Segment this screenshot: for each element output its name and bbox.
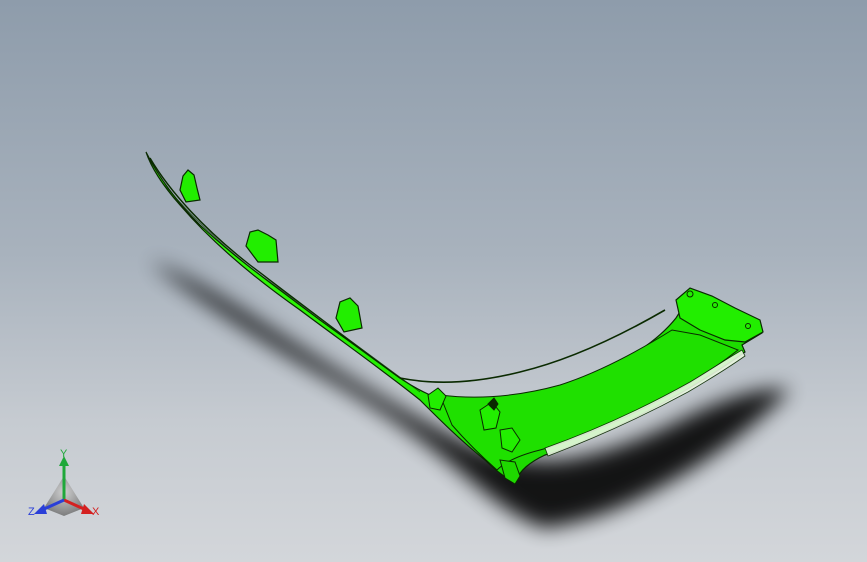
triad-y-label: Y <box>60 448 68 460</box>
graphics-viewport[interactable]: Y X Z <box>0 0 867 562</box>
mount-tab-1 <box>179 169 201 203</box>
mount-tab-3 <box>335 297 363 333</box>
orientation-triad[interactable]: Y X Z <box>26 448 104 524</box>
model-view[interactable] <box>0 0 867 562</box>
triad-z-label: Z <box>28 506 35 518</box>
triad-x-label: X <box>92 506 100 518</box>
mount-tab-2 <box>245 229 279 263</box>
